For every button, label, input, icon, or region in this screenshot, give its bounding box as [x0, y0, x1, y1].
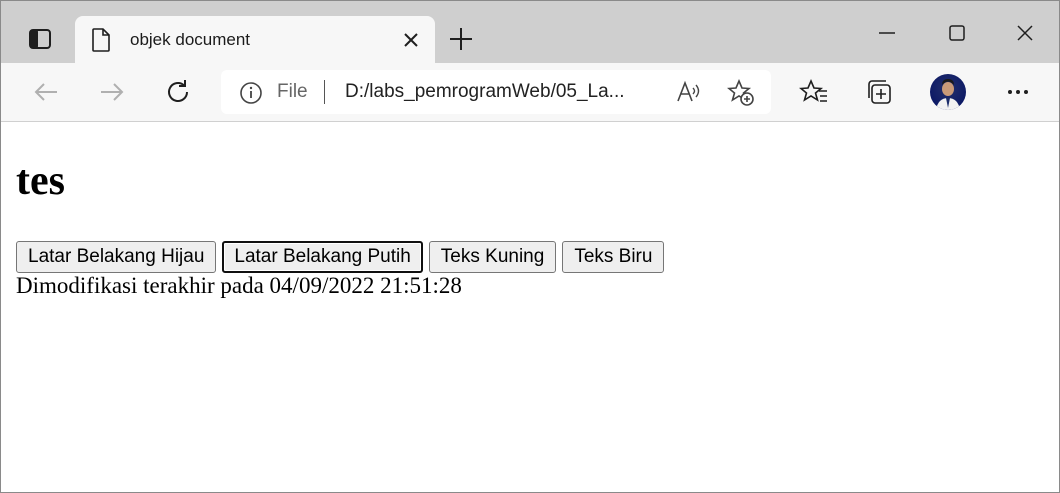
favorites-icon[interactable]: [799, 77, 829, 107]
address-separator: [324, 80, 325, 104]
blue-text-button[interactable]: Teks Biru: [562, 241, 665, 273]
navigation-toolbar: File D:/labs_pemrogramWeb/05_La...: [1, 63, 1059, 122]
tab-actions-icon: [29, 29, 51, 49]
title-bar: objek document: [1, 1, 1059, 63]
page-icon: [92, 28, 110, 52]
yellow-text-button[interactable]: Teks Kuning: [428, 241, 557, 273]
plus-icon[interactable]: [447, 25, 475, 53]
page-viewport: tes Latar Belakang Hijau Latar Belakang …: [1, 122, 1059, 492]
add-favorite-icon[interactable]: [727, 79, 755, 107]
minimize-icon[interactable]: [873, 19, 901, 47]
address-bar[interactable]: File D:/labs_pemrogramWeb/05_La...: [221, 70, 771, 114]
green-background-button[interactable]: Latar Belakang Hijau: [16, 241, 217, 273]
button-row: Latar Belakang Hijau Latar Belakang Puti…: [16, 241, 665, 273]
active-tab[interactable]: objek document: [75, 16, 435, 63]
more-icon[interactable]: [1003, 77, 1033, 107]
maximize-icon[interactable]: [943, 19, 971, 47]
close-icon[interactable]: [401, 30, 421, 50]
read-aloud-icon[interactable]: [675, 79, 701, 105]
collections-icon[interactable]: [865, 77, 895, 107]
tab-title: objek document: [130, 30, 251, 49]
profile-picture: [936, 79, 960, 110]
url-text[interactable]: D:/labs_pemrogramWeb/05_La...: [345, 81, 625, 103]
back-arrow-icon[interactable]: [31, 77, 61, 107]
close-window-icon[interactable]: [1011, 19, 1039, 47]
refresh-icon[interactable]: [163, 77, 193, 107]
browser-window: objek document File D:/labs_pemrogramWeb…: [0, 0, 1060, 493]
forward-arrow-icon[interactable]: [97, 77, 127, 107]
page-title: tes: [16, 158, 65, 204]
info-icon[interactable]: [239, 81, 263, 105]
scheme-label: File: [277, 81, 308, 102]
avatar[interactable]: [930, 74, 966, 110]
last-modified-text: Dimodifikasi terakhir pada 04/09/2022 21…: [16, 273, 462, 298]
white-background-button[interactable]: Latar Belakang Putih: [222, 241, 423, 273]
tab-actions-button[interactable]: [9, 17, 71, 61]
